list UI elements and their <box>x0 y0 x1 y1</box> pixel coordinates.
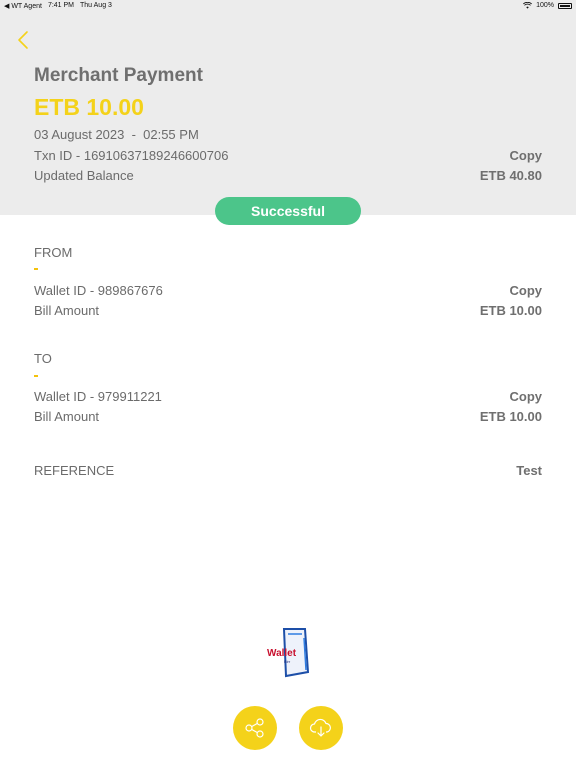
balance-label: Updated Balance <box>34 168 134 183</box>
share-button[interactable] <box>233 706 277 750</box>
reference-value: Test <box>516 463 542 478</box>
status-badge: Successful <box>215 197 361 225</box>
reference-label: REFERENCE <box>34 463 115 478</box>
wifi-icon <box>523 2 533 9</box>
status-date: Thu Aug 3 <box>80 2 112 9</box>
txn-id-row: Txn ID - 1691063718924660070​6 Copy <box>34 148 542 166</box>
transaction-amount: ETB 10.00 <box>34 94 144 120</box>
txn-id: Txn ID - 1691063718924660070​6 <box>34 148 229 163</box>
to-wallet-id: Wallet ID - 979911221 <box>34 389 162 404</box>
status-time: 7:41 PM <box>47 2 75 9</box>
copy-txn-id-button[interactable]: Copy <box>510 148 543 163</box>
to-name-dash <box>34 375 38 377</box>
from-wallet-row: Wallet ID - 989867676 Copy <box>34 283 542 301</box>
battery-icon <box>558 2 572 9</box>
copy-to-wallet-button[interactable]: Copy <box>510 389 543 404</box>
transaction-header: Merchant Payment ETB 10.00 03 August 202… <box>0 12 576 215</box>
to-wallet-row: Wallet ID - 979911221 Copy <box>34 389 542 407</box>
transaction-datetime: 03 August 2023 - 02:55 PM <box>34 127 199 142</box>
to-bill-row: Bill Amount ETB 10.00 <box>34 409 542 427</box>
back-chevron-icon[interactable] <box>14 28 34 52</box>
from-label: FROM <box>34 245 73 260</box>
download-button[interactable] <box>299 706 343 750</box>
wallet-birr-logo: Wallet Birr <box>264 626 312 678</box>
copy-from-wallet-button[interactable]: Copy <box>510 283 543 298</box>
from-bill-label: Bill Amount <box>34 303 100 318</box>
to-label: TO <box>34 351 52 366</box>
share-icon <box>245 718 264 738</box>
balance-value: ETB 40.80 <box>479 168 542 183</box>
cloud-download-icon <box>309 718 331 737</box>
from-name-dash <box>34 268 38 270</box>
to-bill-value: ETB 10.00 <box>479 409 542 424</box>
balance-row: Updated Balance ETB 40.80 <box>34 168 542 186</box>
to-bill-label: Bill Amount <box>34 409 100 424</box>
battery-percent: 100% <box>536 2 554 9</box>
reference-row: REFERENCE Test <box>34 463 542 481</box>
from-wallet-id: Wallet ID - 989867676 <box>34 283 163 298</box>
logo-subtext: Birr <box>284 659 291 664</box>
from-bill-value: ETB 10.00 <box>479 303 542 318</box>
logo-text: Wallet <box>267 648 297 659</box>
status-bar: ◀ WT Agent 7:41 PM Thu Aug 3 100% <box>0 0 576 12</box>
carrier-label: ◀ WT Agent <box>4 3 42 10</box>
page-title: Merchant Payment <box>34 65 203 86</box>
from-bill-row: Bill Amount ETB 10.00 <box>34 303 542 321</box>
